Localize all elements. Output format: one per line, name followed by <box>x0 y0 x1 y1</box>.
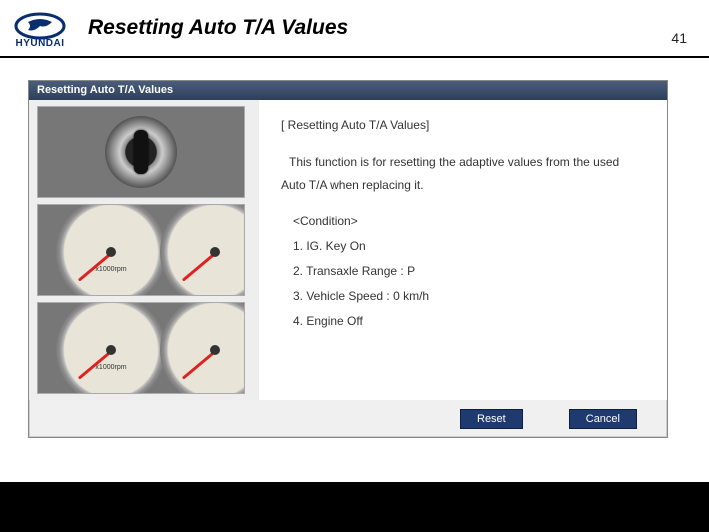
button-row: Reset Cancel <box>460 409 637 429</box>
dialog-window: Resetting Auto T/A Values x1000rpm x1000… <box>28 80 668 438</box>
cancel-button[interactable]: Cancel <box>569 409 637 429</box>
tachometer-icon: x1000rpm <box>56 302 166 394</box>
condition-item: 2. Transaxle Range : P <box>293 260 645 283</box>
page-number: 41 <box>671 30 687 46</box>
dialog-titlebar: Resetting Auto T/A Values <box>29 81 667 100</box>
footer-bar <box>0 482 709 532</box>
page-title: Resetting Auto T/A Values <box>88 16 348 40</box>
reset-button[interactable]: Reset <box>460 409 523 429</box>
gauge-label: x1000rpm <box>56 364 166 371</box>
gauge-cluster-image-2: x1000rpm <box>37 302 245 394</box>
speedometer-icon <box>160 302 245 394</box>
gauge-cluster-image-1: x1000rpm <box>37 204 245 296</box>
tachometer-icon: x1000rpm <box>56 204 166 296</box>
condition-list: <Condition> 1. IG. Key On 2. Transaxle R… <box>293 210 645 332</box>
info-panel: [ Resetting Auto T/A Values] This functi… <box>259 100 667 400</box>
thumbnail-column: x1000rpm x1000rpm <box>29 100 259 400</box>
hyundai-logo-icon <box>14 12 66 40</box>
ignition-key-image <box>37 106 245 198</box>
dialog-body: x1000rpm x1000rpm [ Resetting Auto T/A V… <box>29 100 667 400</box>
ignition-key-icon <box>105 116 177 188</box>
condition-item: 3. Vehicle Speed : 0 km/h <box>293 285 645 308</box>
condition-item: 4. Engine Off <box>293 310 645 333</box>
speedometer-icon <box>160 204 245 296</box>
content-area: Resetting Auto T/A Values x1000rpm x1000… <box>0 58 709 438</box>
condition-item: 1. IG. Key On <box>293 235 645 258</box>
section-title: [ Resetting Auto T/A Values] <box>281 114 645 137</box>
page-header: HYUNDAI Resetting Auto T/A Values 41 <box>0 0 709 58</box>
hyundai-logo: HYUNDAI <box>14 12 66 49</box>
description-text: This function is for resetting the adapt… <box>281 151 645 197</box>
gauge-label: x1000rpm <box>56 266 166 273</box>
condition-heading: <Condition> <box>293 210 645 233</box>
